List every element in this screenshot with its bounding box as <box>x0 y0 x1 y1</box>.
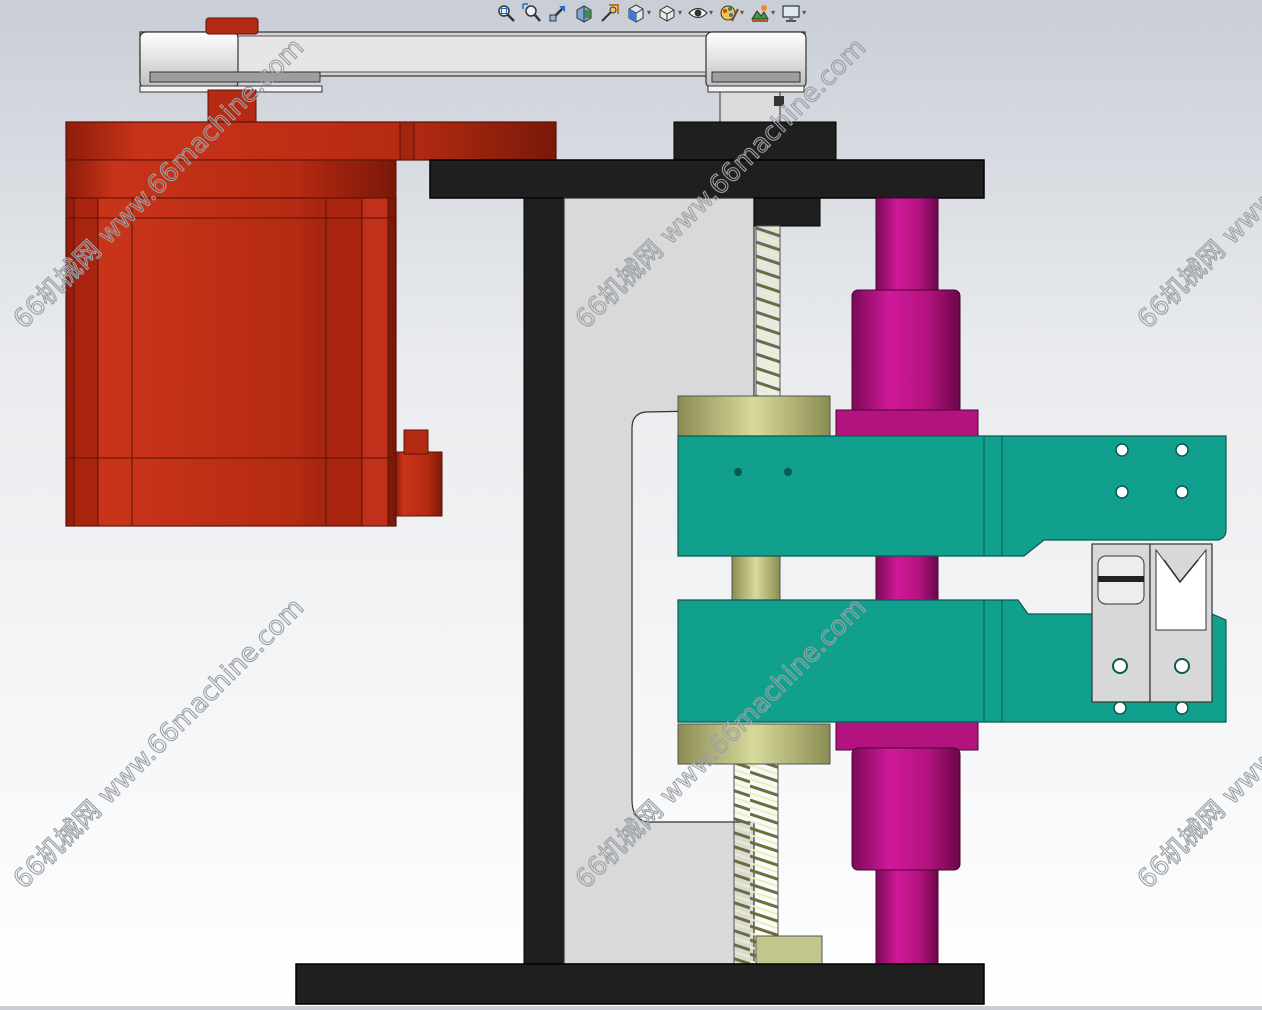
guide-rod[interactable] <box>835 197 979 965</box>
chevron-down-icon[interactable]: ▾ <box>771 9 775 17</box>
zoom-to-area-button[interactable] <box>520 2 544 24</box>
screw-nut-lower[interactable] <box>677 723 831 765</box>
zoom-to-area-icon <box>522 3 541 22</box>
vertical-column[interactable] <box>523 197 565 965</box>
apply-scene-icon <box>751 5 769 22</box>
top-plate[interactable] <box>429 159 985 199</box>
chevron-down-icon[interactable]: ▾ <box>802 9 806 17</box>
edit-appearance-icon <box>720 5 739 22</box>
chevron-down-icon[interactable]: ▾ <box>678 9 682 17</box>
display-style-button[interactable]: ▾ <box>655 2 684 24</box>
chevron-down-icon[interactable]: ▾ <box>740 9 744 17</box>
heads-up-view-toolbar: ▾ ▾ ▾ ▾ ▾ ▾ <box>494 0 808 26</box>
linear-bearing-upper[interactable] <box>851 289 961 415</box>
zoom-to-fit-button[interactable] <box>494 2 518 24</box>
section-view-button[interactable] <box>572 2 596 24</box>
upper-jaw[interactable] <box>677 435 1227 557</box>
section-view-icon <box>576 5 592 23</box>
screw-nut-upper[interactable] <box>677 395 831 437</box>
display-style-icon <box>659 5 675 22</box>
linear-bearing-lower[interactable] <box>851 747 961 871</box>
chevron-down-icon[interactable]: ▾ <box>709 9 713 17</box>
base-plate[interactable] <box>295 963 985 1005</box>
view-settings-icon <box>782 5 800 22</box>
chevron-down-icon[interactable]: ▾ <box>647 9 651 17</box>
hide-show-items-button[interactable]: ▾ <box>686 2 715 24</box>
view-orientation-button[interactable]: ▾ <box>624 2 653 24</box>
zoom-to-fit-icon <box>498 5 515 22</box>
apply-scene-button[interactable]: ▾ <box>748 2 777 24</box>
hide-show-items-icon <box>688 7 708 19</box>
gripper-fingers[interactable] <box>1091 543 1213 715</box>
dynamic-annotation-icon <box>601 4 619 22</box>
encoder-connector[interactable] <box>395 451 443 517</box>
cad-graphics-area[interactable] <box>0 0 1262 1006</box>
view-settings-button[interactable]: ▾ <box>779 2 808 24</box>
edit-appearance-button[interactable]: ▾ <box>717 2 746 24</box>
previous-view-button[interactable] <box>546 2 570 24</box>
dynamic-annotation-button[interactable] <box>598 2 622 24</box>
guide-plate[interactable] <box>563 197 755 965</box>
view-orientation-icon <box>628 4 644 23</box>
previous-view-icon <box>549 6 565 22</box>
bearing-block[interactable] <box>673 121 837 163</box>
gripper-assembly-model[interactable] <box>0 0 1262 1006</box>
